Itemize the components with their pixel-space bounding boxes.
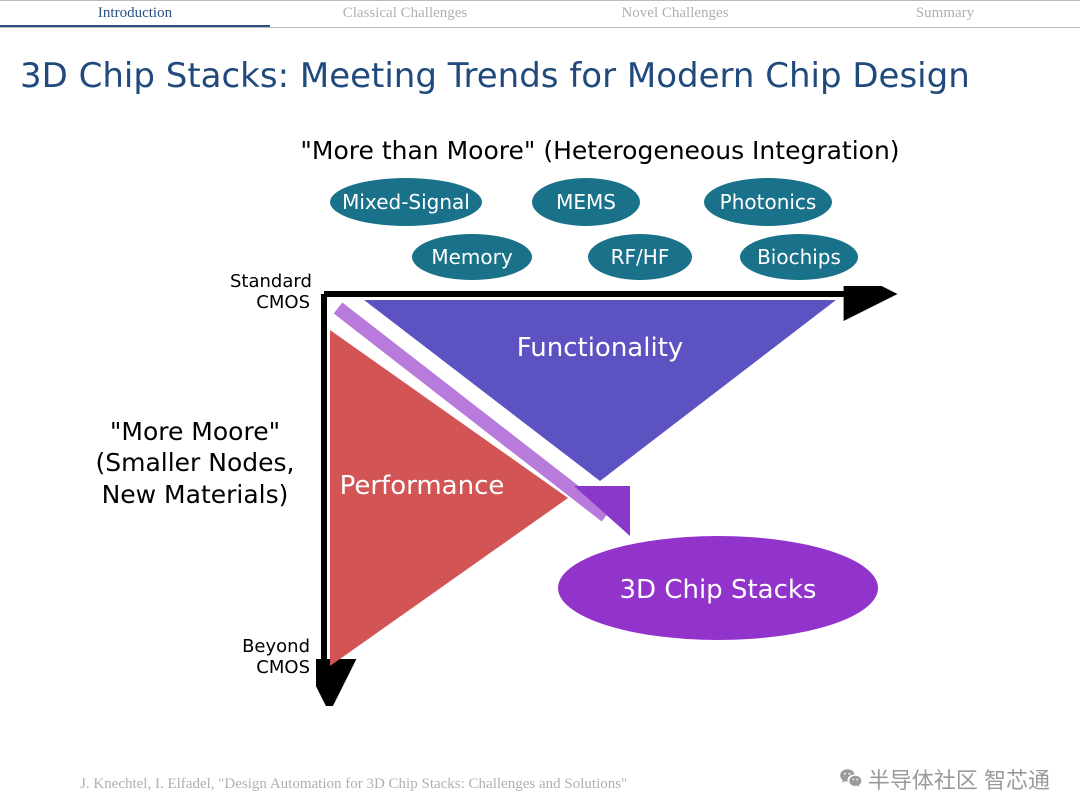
result-label: 3D Chip Stacks xyxy=(620,575,817,605)
performance-label: Performance xyxy=(340,471,505,501)
diagram-area: "More than Moore" (Heterogeneous Integra… xyxy=(0,106,1080,766)
slide-title: 3D Chip Stacks: Meeting Trends for Moder… xyxy=(0,28,1080,106)
nav-tab-summary[interactable]: Summary xyxy=(810,1,1080,27)
pill-memory: Memory xyxy=(412,234,532,280)
citation: J. Knechtel, I. Elfadel, "Design Automat… xyxy=(80,776,627,793)
pill-mixed-signal: Mixed-Signal xyxy=(330,178,482,226)
axis-label-top: Standard CMOS xyxy=(230,271,310,313)
watermark: 半导体社区 智芯通 xyxy=(838,763,1050,795)
slide-nav: Introduction Classical Challenges Novel … xyxy=(0,0,1080,28)
nav-tab-novel[interactable]: Novel Challenges xyxy=(540,1,810,27)
nav-tab-introduction[interactable]: Introduction xyxy=(0,1,270,27)
left-description: "More Moore" (Smaller Nodes, New Materia… xyxy=(90,416,300,510)
top-heading: "More than Moore" (Heterogeneous Integra… xyxy=(300,136,900,165)
axes-and-shapes: Functionality Performance 3D Chip Stacks xyxy=(316,286,936,706)
convergence-arrow-icon xyxy=(574,486,630,536)
pill-biochips: Biochips xyxy=(740,234,858,280)
pill-rfhf: RF/HF xyxy=(588,234,692,280)
functionality-label: Functionality xyxy=(517,333,684,363)
nav-tab-classical[interactable]: Classical Challenges xyxy=(270,1,540,27)
wechat-icon xyxy=(838,766,864,792)
pill-mems: MEMS xyxy=(532,178,640,226)
axis-label-bottom: Beyond CMOS xyxy=(230,636,310,678)
watermark-text: 半导体社区 智芯通 xyxy=(868,763,1050,795)
pill-photonics: Photonics xyxy=(704,178,832,226)
